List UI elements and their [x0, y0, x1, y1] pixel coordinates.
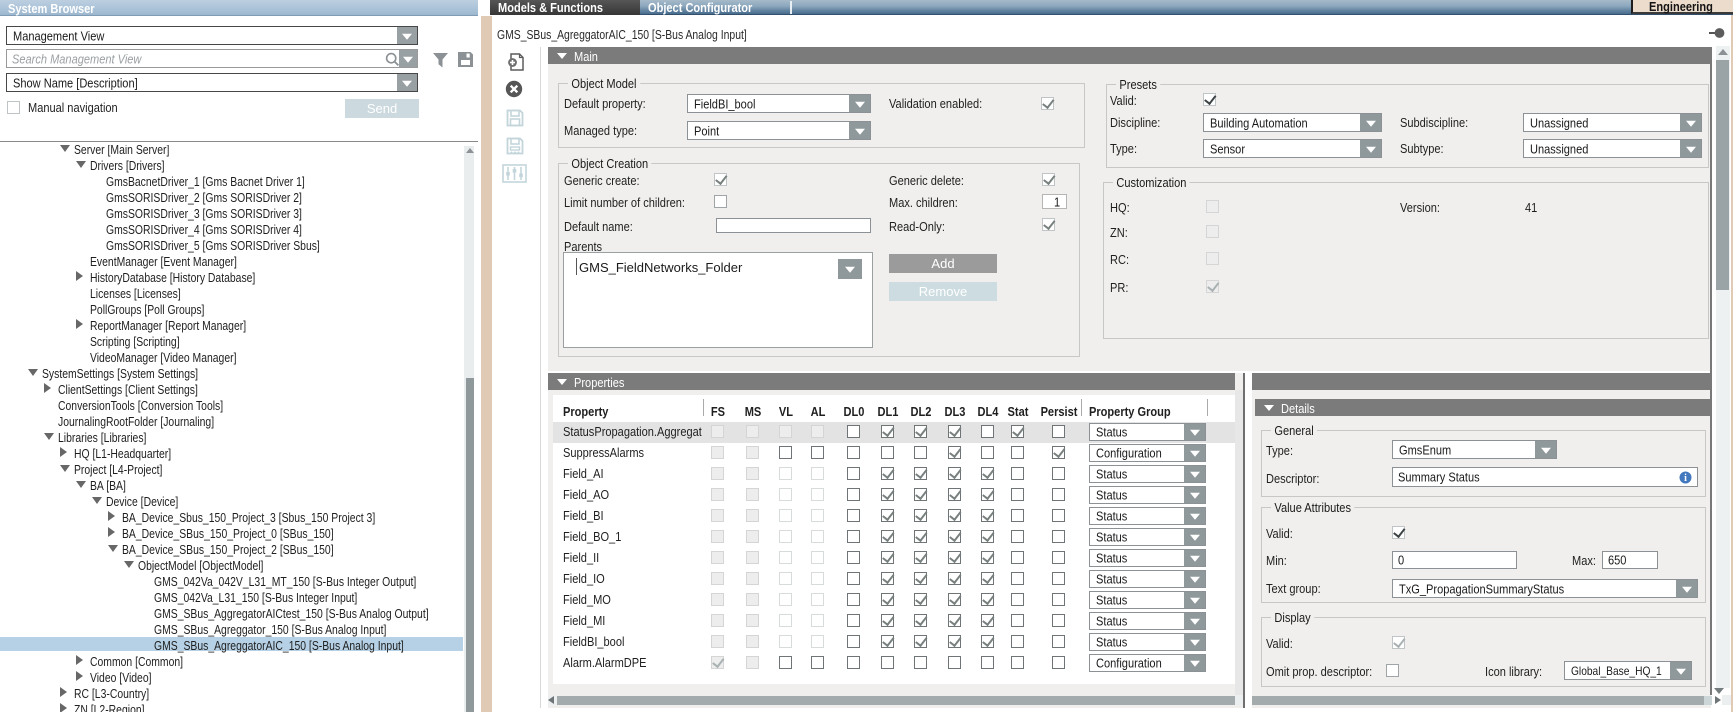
svg-text:i: i [1684, 473, 1687, 484]
